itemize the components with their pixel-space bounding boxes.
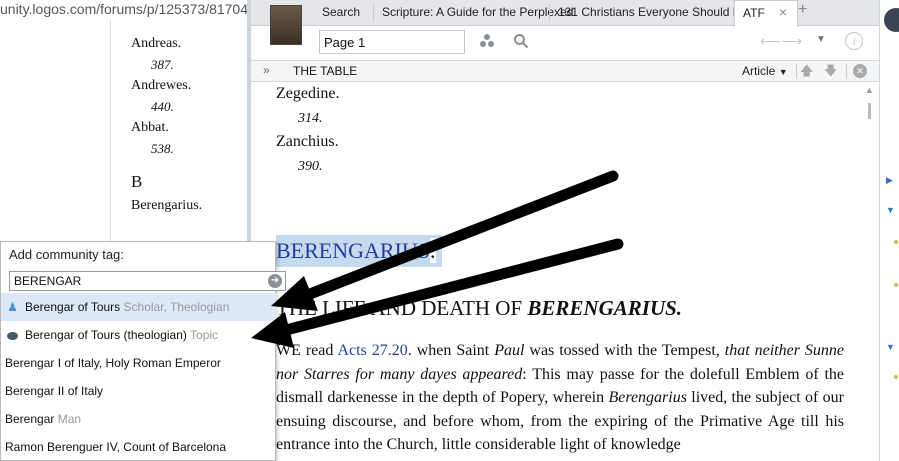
- highlighted-heading[interactable]: BERENGARIUS.: [276, 235, 442, 267]
- url-bar[interactable]: unity.logos.com/forums/p/125373/81704: [0, 0, 249, 20]
- chapter-title-text: THE LIFE AND DEATH OF: [276, 296, 528, 320]
- reader-panel: Search Scripture: A Guide for the Perple…: [251, 0, 879, 461]
- arrow-down-icon[interactable]: 🡇: [824, 62, 837, 84]
- vertical-scrollbar[interactable]: ▲: [863, 83, 877, 461]
- person-icon: ♟: [7, 300, 18, 314]
- body-text-run: WE read: [276, 342, 338, 359]
- tag-result-item[interactable]: Ramon Berenguer IV, Count of Barcelona: [1, 433, 277, 461]
- index-entry-page[interactable]: 440.: [131, 96, 249, 117]
- tab-separator: [373, 4, 374, 22]
- index-list: Andreas. 387. Andrewes. 440. Abbat. 538.…: [131, 33, 249, 216]
- dot-marker: [894, 375, 898, 379]
- body-text-italic: Berengarius: [608, 389, 687, 407]
- side-panel-strip: ▶ ▼ ▼: [879, 0, 899, 461]
- body-text-italic: Paul: [494, 342, 525, 359]
- tag-result-item[interactable]: Berengar of Tours (theologian) Topic: [1, 321, 277, 349]
- visual-filters-icon[interactable]: [479, 33, 495, 49]
- chevron-down-icon[interactable]: ▼: [816, 34, 826, 45]
- tag-result-label: Berengar: [5, 412, 55, 426]
- index-entry-name: Berengarius.: [131, 198, 203, 213]
- chevron-right-icon[interactable]: ▶: [886, 175, 893, 186]
- heading-text: BERENGARIUS: [276, 238, 431, 263]
- double-chevron-right-icon[interactable]: »: [263, 63, 270, 77]
- dot-marker: [894, 283, 898, 287]
- tab-131-christians[interactable]: 131 Christians Everyone Should Know: [558, 0, 763, 26]
- table-entry-name: Zegedine.: [276, 85, 340, 102]
- location-bar: » THE TABLE Article ▼ 🡅 🡇 ✕: [251, 60, 879, 82]
- back-arrow-icon[interactable]: ⟵: [760, 33, 780, 50]
- index-entry-name: Andrewes.: [131, 78, 192, 93]
- divider: [796, 64, 797, 79]
- scripture-reference-link[interactable]: Acts 27.20: [337, 342, 407, 359]
- add-tab-icon[interactable]: +: [798, 1, 807, 19]
- arrow-right-circle-icon[interactable]: ➜: [268, 274, 282, 288]
- forward-arrow-icon[interactable]: ⟶: [782, 33, 802, 50]
- table-entry-page[interactable]: 390.: [298, 159, 323, 175]
- chevron-down-icon: ▼: [778, 67, 788, 77]
- tab-separator: [549, 4, 550, 22]
- tag-result-item[interactable]: ♟ Berengar of Tours Scholar, Theologian: [1, 293, 277, 321]
- close-icon[interactable]: ✕: [853, 64, 867, 78]
- chapter-title: THE LIFE AND DEATH OF BERENGARIUS.: [276, 296, 682, 321]
- tag-result-label: Berengar I of Italy, Holy Roman Emperor: [5, 356, 221, 370]
- index-entry-name: Andreas.: [131, 36, 182, 51]
- scroll-up-icon[interactable]: ▲: [865, 85, 874, 95]
- tag-result-sub: Scholar, Theologian: [123, 300, 230, 314]
- page-reference-input[interactable]: [319, 30, 465, 54]
- tag-search-input[interactable]: [9, 271, 286, 291]
- index-entry-page[interactable]: 538.: [131, 138, 249, 159]
- tag-result-sub: Man: [57, 412, 82, 426]
- table-entry-name: Zanchius.: [276, 133, 339, 150]
- scrollbar-thumb[interactable]: [868, 103, 871, 119]
- tag-result-item[interactable]: Berengar II of Italy: [1, 377, 277, 405]
- reader-toolbar: ⟵ ⟶ ▼ i: [251, 27, 879, 60]
- tag-result-label: Berengar of Tours: [25, 300, 121, 314]
- tag-result-label: Ramon Berenguer IV, Count of Barcelona: [5, 440, 227, 454]
- reader-content: Zegedine. 314. Zanchius. 390. BERENGARIU…: [251, 83, 879, 461]
- body-text-run: was tossed with the Tempest,: [524, 342, 725, 359]
- topic-icon: [6, 321, 19, 349]
- table-entry-page[interactable]: 314.: [298, 111, 323, 127]
- tag-popup-title: Add community tag:: [9, 247, 124, 262]
- tab-scripture-guide[interactable]: Scripture: A Guide for the Perplexed: [382, 0, 573, 26]
- tab-atf-label: ATF: [743, 6, 765, 20]
- tab-search[interactable]: Search: [322, 0, 360, 26]
- index-entry-page[interactable]: 387.: [131, 54, 249, 75]
- article-menu-label: Article: [742, 64, 776, 78]
- avatar[interactable]: [884, 8, 899, 32]
- tag-result-label: Berengar II of Italy: [5, 384, 104, 398]
- article-menu-button[interactable]: Article ▼: [742, 64, 788, 78]
- tag-result-item[interactable]: Berengar Man: [1, 405, 277, 433]
- chapter-title-emphasis: BERENGARIUS.: [527, 296, 683, 320]
- body-text-run: . when Saint: [407, 342, 495, 359]
- info-icon[interactable]: i: [845, 32, 863, 50]
- book-cover-thumbnail[interactable]: [270, 5, 302, 45]
- close-tab-icon[interactable]: ×: [774, 3, 792, 21]
- body-paragraph: WE read Acts 27.20. when Saint Paul was …: [276, 339, 844, 457]
- location-title[interactable]: THE TABLE: [293, 64, 357, 78]
- tag-input-wrapper: ➜: [9, 271, 286, 291]
- dot-marker: [894, 240, 898, 244]
- tag-result-sub: Topic: [190, 328, 219, 342]
- chevron-down-icon[interactable]: ▼: [886, 342, 895, 352]
- tag-result-label: Berengar of Tours (theologian): [25, 328, 187, 342]
- arrow-up-icon[interactable]: 🡅: [800, 62, 813, 84]
- index-letter-heading: B: [131, 172, 143, 191]
- tag-results-list: ♟ Berengar of Tours Scholar, Theologian B…: [1, 293, 277, 461]
- tag-result-item[interactable]: Berengar I of Italy, Holy Roman Emperor: [1, 349, 277, 377]
- search-icon[interactable]: [513, 33, 529, 49]
- heading-trail: .: [430, 238, 436, 263]
- tab-bar: Search Scripture: A Guide for the Perple…: [251, 0, 879, 27]
- divider: [846, 64, 847, 79]
- chevron-down-icon[interactable]: ▼: [886, 205, 895, 215]
- community-tag-popup: Add community tag: ➜ ♟ Berengar of Tours …: [0, 241, 286, 461]
- index-entry-name: Abbat.: [131, 120, 169, 135]
